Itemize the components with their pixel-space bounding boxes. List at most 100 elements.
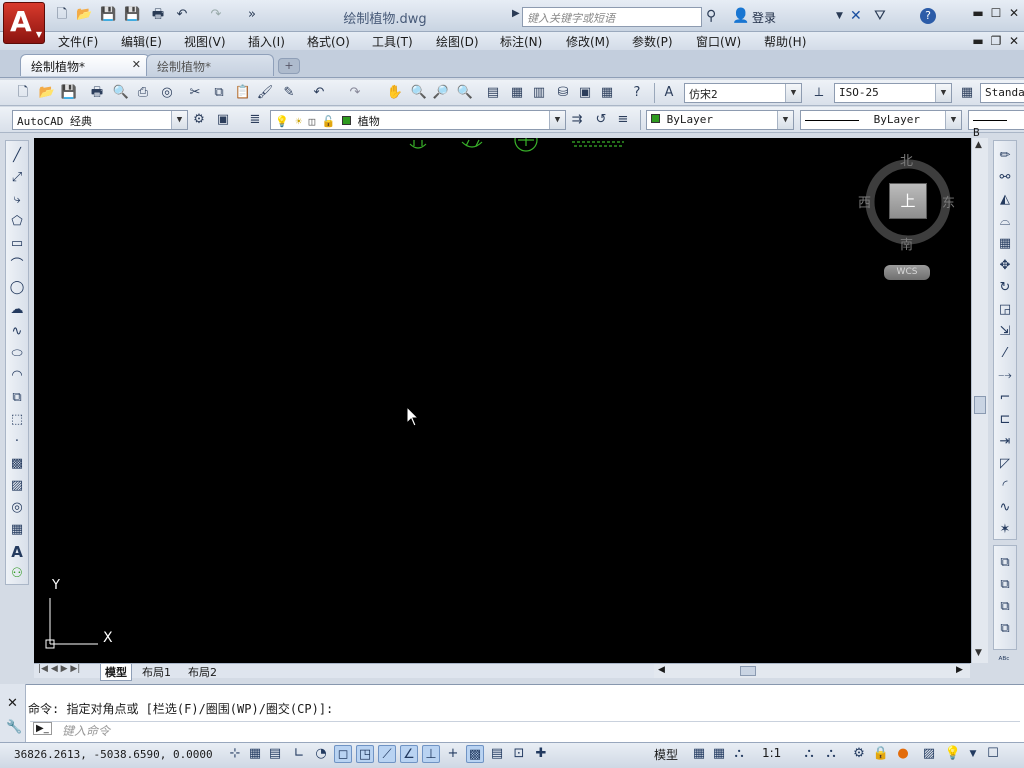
table-style-icon[interactable]: ▦	[958, 84, 976, 102]
hardware-acceleration-icon[interactable]: ●	[894, 745, 912, 763]
text-style-select[interactable]: 仿宋2 ▼	[684, 83, 802, 103]
lineweight-select[interactable]: B	[968, 110, 1024, 139]
print-icon[interactable]: 🖶	[88, 84, 106, 102]
break-icon[interactable]: ⊏	[996, 411, 1014, 429]
doc-restore-icon[interactable]: ❐	[988, 34, 1004, 50]
region-icon[interactable]: ◎	[8, 499, 26, 517]
multiline-text-icon[interactable]: A	[8, 543, 26, 561]
chevron-down-icon[interactable]: ▼	[836, 11, 843, 21]
search-input[interactable]: 键入关键字或短语	[522, 7, 702, 27]
block-editor-icon[interactable]: ✎	[280, 84, 298, 102]
zoom-window-icon[interactable]: 🔎	[432, 84, 450, 102]
menu-edit[interactable]: 编辑(E)	[121, 33, 162, 50]
text-to-front-icon[interactable]: ᴬᴮᶜ	[995, 652, 1013, 670]
user-icon[interactable]: 👤	[732, 8, 749, 24]
tool-palettes-icon[interactable]: ▥	[530, 84, 548, 102]
isolate-objects-icon[interactable]: ▨	[920, 745, 938, 763]
annotation-visibility-icon[interactable]: ⛬	[800, 745, 818, 763]
publish-icon[interactable]: ⎙	[134, 84, 152, 102]
search-expand-icon[interactable]: ▶	[512, 8, 520, 19]
wcs-menu[interactable]: WCS	[884, 265, 930, 280]
make-block-icon[interactable]: ⬚	[8, 411, 26, 429]
dynamic-input-icon[interactable]: ⊥	[422, 745, 440, 763]
command-input[interactable]: 键入命令	[30, 721, 1020, 738]
menu-file[interactable]: 文件(F)	[58, 33, 98, 50]
polygon-icon[interactable]: ⬠	[8, 213, 26, 231]
scroll-up-icon[interactable]: ▲	[975, 140, 982, 150]
undo-icon[interactable]: ↶	[174, 7, 190, 23]
gradient-icon[interactable]: ▨	[8, 477, 26, 495]
save-icon[interactable]: 💾	[60, 84, 78, 102]
help-icon[interactable]: ?	[920, 8, 936, 24]
menu-dimension[interactable]: 标注(N)	[500, 33, 542, 50]
bring-above-icon[interactable]: ⧉	[996, 598, 1014, 616]
tab-drawing-active[interactable]: 绘制植物* ✕	[20, 54, 150, 76]
layer-previous-icon[interactable]: ↺	[592, 111, 610, 129]
sheet-set-icon[interactable]: ⛁	[554, 84, 572, 102]
drawing-canvas[interactable]: 上 北 南 东 西 WCS Y X	[34, 138, 971, 663]
spline-icon[interactable]: ∿	[8, 323, 26, 341]
circle-icon[interactable]: ◯	[8, 279, 26, 297]
trim-icon[interactable]: ⁄	[996, 345, 1014, 363]
lineweight-icon[interactable]: +	[444, 745, 462, 763]
zoom-previous-icon[interactable]: 🔍	[456, 84, 474, 102]
offset-icon[interactable]: ⌓	[996, 213, 1014, 231]
open-icon[interactable]: 📂	[38, 84, 56, 102]
insert-block-icon[interactable]: ⧉	[8, 389, 26, 407]
quick-view-drawings-icon[interactable]: ▦	[710, 745, 728, 763]
make-current-icon[interactable]: ⇉	[568, 111, 586, 129]
snap-mode-icon[interactable]: ▦	[246, 745, 264, 763]
layer-select[interactable]: 💡 ☀ ◫ 🔓 植物 ▼	[270, 110, 566, 130]
fillet-icon[interactable]: ◜	[996, 477, 1014, 495]
save-as-icon[interactable]: 💾	[124, 7, 140, 23]
new-tab-button[interactable]: +	[278, 58, 300, 74]
extend-icon[interactable]: ⤍	[996, 367, 1014, 385]
scroll-down-icon[interactable]: ▼	[975, 648, 982, 658]
lock-icon[interactable]: 🔒	[872, 745, 890, 763]
table-icon[interactable]: ▦	[8, 521, 26, 539]
pan-icon[interactable]: ✋	[386, 84, 404, 102]
print-icon[interactable]: 🖶	[150, 7, 166, 23]
chamfer-icon[interactable]: ◸	[996, 455, 1014, 473]
print-preview-icon[interactable]: 🔍	[112, 84, 130, 102]
workspace-select[interactable]: AutoCAD 经典 ▼	[12, 110, 188, 130]
selection-cycling-icon[interactable]: ⊡	[510, 745, 528, 763]
maximize-icon[interactable]: ☐	[988, 6, 1004, 22]
rectangle-icon[interactable]: ▭	[8, 235, 26, 253]
markup-icon[interactable]: ▣	[576, 84, 594, 102]
construction-line-icon[interactable]: ⤢	[8, 169, 26, 187]
menu-tools[interactable]: 工具(T)	[372, 33, 413, 50]
rotate-icon[interactable]: ↻	[996, 279, 1014, 297]
horizontal-scrollbar[interactable]: ◀ ▶	[654, 663, 970, 678]
viewcube-top-face[interactable]: 上	[889, 183, 927, 219]
scroll-thumb[interactable]	[740, 666, 756, 676]
polyline-icon[interactable]: ⤷	[8, 191, 26, 209]
tab-layout1[interactable]: 布局1	[142, 664, 171, 680]
open-file-icon[interactable]: 📂	[76, 7, 92, 23]
break-at-point-icon[interactable]: ⌐	[996, 389, 1014, 407]
redo-icon[interactable]: ↷	[208, 7, 224, 23]
compass-south[interactable]: 南	[900, 234, 913, 253]
dim-style-select[interactable]: ISO-25 ▼	[834, 83, 952, 103]
lightbulb-icon[interactable]: 💡	[944, 745, 962, 763]
stretch-icon[interactable]: ⇲	[996, 323, 1014, 341]
ellipse-arc-icon[interactable]: ◠	[8, 367, 26, 385]
scroll-right-icon[interactable]: ▶	[956, 665, 963, 675]
paste-icon[interactable]: 📋	[234, 84, 252, 102]
workspace-switching-icon[interactable]: ⚙	[850, 745, 868, 763]
menu-insert[interactable]: 插入(I)	[248, 33, 285, 50]
ortho-mode-icon[interactable]: ∟	[290, 745, 308, 763]
color-select[interactable]: ByLayer ▼	[646, 110, 794, 130]
annotation-scale[interactable]: 1:1	[762, 746, 781, 760]
erase-icon[interactable]: ✏	[996, 147, 1014, 165]
hatch-icon[interactable]: ▩	[8, 455, 26, 473]
layer-properties-icon[interactable]: ≣	[246, 111, 264, 129]
vertical-scrollbar[interactable]: ▲ ▼	[971, 138, 988, 663]
design-center-icon[interactable]: ▦	[508, 84, 526, 102]
3d-dwf-icon[interactable]: ◎	[158, 84, 176, 102]
tab-nav-icons[interactable]: |◀ ◀ ▶ ▶|	[38, 664, 80, 674]
compass-north[interactable]: 北	[900, 150, 913, 169]
scroll-left-icon[interactable]: ◀	[658, 665, 665, 675]
help-icon[interactable]: ?	[628, 84, 646, 102]
3d-object-snap-icon[interactable]: ◳	[356, 745, 374, 763]
